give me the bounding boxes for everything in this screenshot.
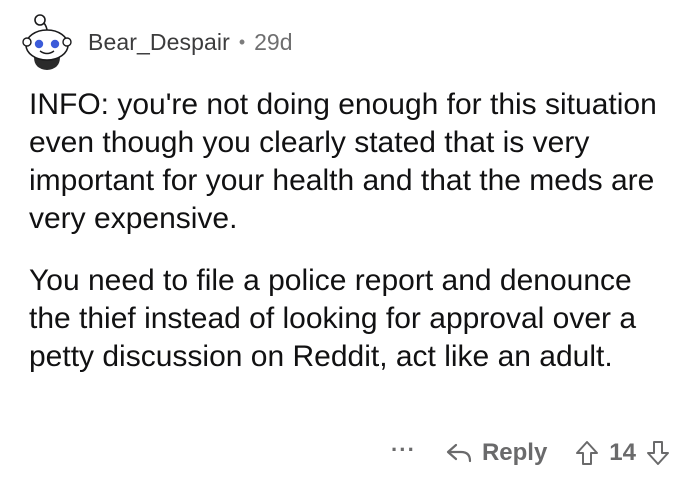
comment-actions: ··· Reply 14 [391, 433, 670, 473]
comment-age: 29d [254, 28, 293, 55]
comment-body: INFO: you're not doing enough for this s… [29, 86, 679, 376]
reply-label: Reply [481, 439, 548, 466]
reply-button[interactable]: Reply [446, 439, 547, 467]
snoo-avatar-icon[interactable] [20, 13, 74, 71]
username-link[interactable]: Bear_Despair [88, 29, 230, 56]
vote-controls: 14 [575, 439, 670, 467]
comment: Bear_Despair • 29d INFO: you're not doin… [0, 0, 700, 481]
reply-arrow-icon [446, 443, 472, 463]
upvote-arrow-icon[interactable] [575, 440, 599, 466]
vote-score: 14 [609, 439, 636, 466]
downvote-arrow-icon[interactable] [646, 440, 670, 466]
header-separator: • [238, 31, 246, 52]
comment-paragraph: INFO: you're not doing enough for this s… [29, 88, 657, 235]
more-options-icon[interactable]: ··· [391, 439, 416, 466]
comment-header: Bear_Despair • 29d [20, 12, 293, 72]
comment-paragraph: You need to file a police report and den… [29, 264, 637, 373]
